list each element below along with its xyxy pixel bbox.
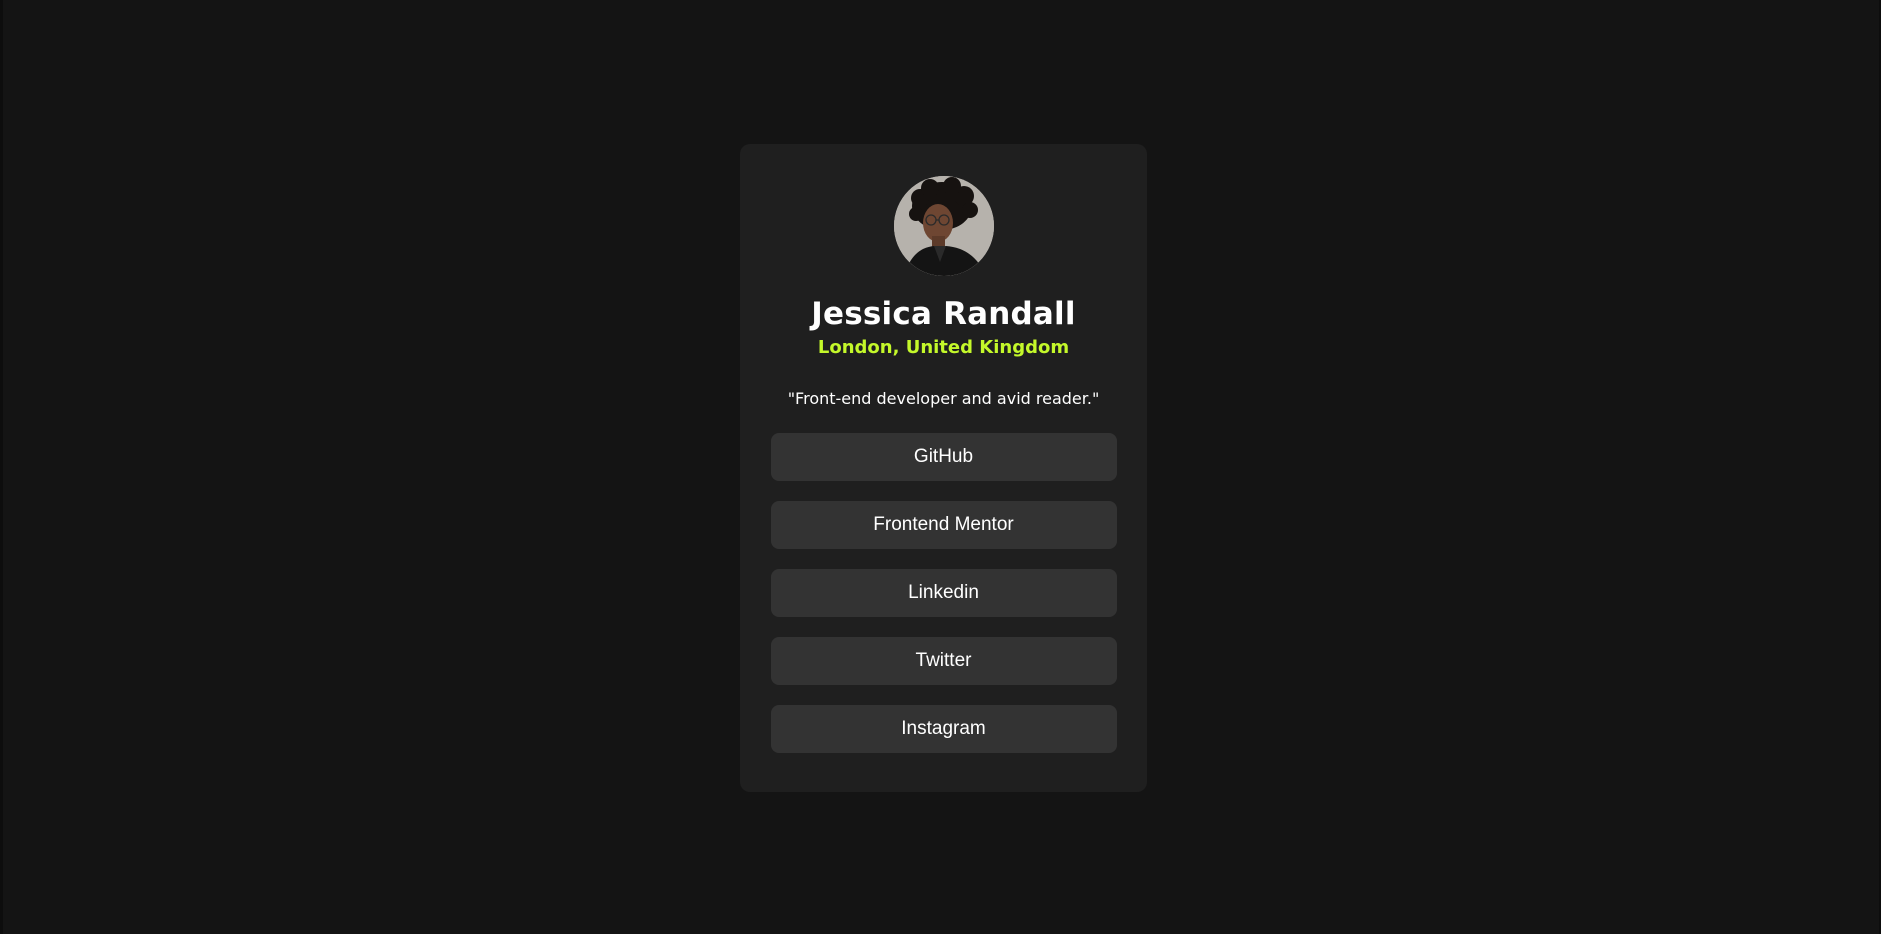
profile-bio: "Front-end developer and avid reader." — [787, 389, 1100, 408]
linkedin-link-button[interactable]: Linkedin — [770, 569, 1117, 617]
avatar — [893, 176, 994, 276]
profile-card: Jessica Randall London, United Kingdom "… — [740, 144, 1147, 792]
github-link-button[interactable]: GitHub — [770, 433, 1117, 481]
frontend-mentor-link-button[interactable]: Frontend Mentor — [770, 501, 1117, 549]
profile-location: London, United Kingdom — [817, 337, 1070, 358]
profile-name: Jessica Randall — [811, 296, 1076, 332]
social-links: GitHub Frontend Mentor Linkedin Twitter … — [770, 433, 1117, 753]
twitter-link-button[interactable]: Twitter — [770, 637, 1117, 685]
avatar-photo-icon — [893, 176, 994, 276]
page-left-edge — [0, 0, 3, 934]
instagram-link-button[interactable]: Instagram — [770, 705, 1117, 753]
